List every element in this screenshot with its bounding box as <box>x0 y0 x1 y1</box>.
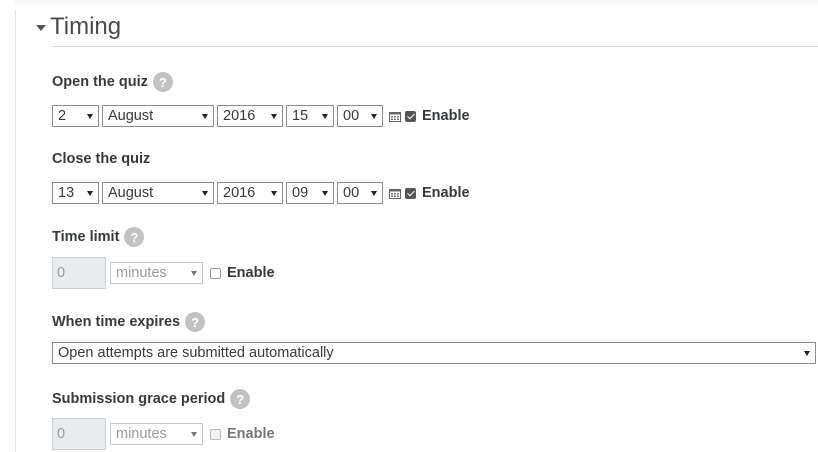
dropdown-arrow-icon <box>322 114 328 119</box>
close-year-value: 2016 <box>223 185 256 201</box>
calendar-icon[interactable] <box>389 188 401 199</box>
close-quiz-label-text: Close the quiz <box>52 151 151 167</box>
dropdown-arrow-icon <box>271 191 277 196</box>
close-year-select[interactable]: 2016 <box>217 182 283 204</box>
help-icon[interactable]: ? <box>124 227 145 247</box>
time-limit-unit-select[interactable]: minutes <box>110 262 203 284</box>
time-limit-row: 0 minutes Enable <box>52 257 275 289</box>
time-expires-select[interactable]: Open attempts are submitted automaticall… <box>52 342 816 364</box>
fieldset-border <box>15 10 16 452</box>
dropdown-arrow-icon <box>371 114 377 119</box>
grace-period-unit-select[interactable]: minutes <box>110 423 203 445</box>
caret-down-icon <box>36 25 46 31</box>
open-year-select[interactable]: 2016 <box>217 105 283 127</box>
section-title: Timing <box>50 13 122 40</box>
close-hour-select[interactable]: 09 <box>286 182 334 204</box>
dropdown-arrow-icon <box>202 114 208 119</box>
dropdown-arrow-icon <box>322 191 328 196</box>
time-expires-label: When time expires ? <box>52 312 206 332</box>
open-day-select[interactable]: 2 <box>52 105 99 127</box>
open-quiz-label: Open the quiz ? <box>52 72 173 92</box>
dropdown-arrow-icon <box>87 114 93 119</box>
time-limit-label: Time limit ? <box>52 227 145 247</box>
help-icon[interactable]: ? <box>152 72 173 92</box>
close-day-value: 13 <box>58 185 75 201</box>
open-year-value: 2016 <box>223 108 256 124</box>
close-minute-select[interactable]: 00 <box>337 182 383 204</box>
help-icon[interactable]: ? <box>185 312 206 332</box>
section-divider <box>52 46 818 47</box>
close-hour-value: 09 <box>292 185 309 201</box>
open-enable-label[interactable]: Enable <box>422 108 470 124</box>
help-icon[interactable]: ? <box>230 389 251 409</box>
calendar-icon[interactable] <box>389 111 401 122</box>
close-enable-checkbox[interactable] <box>405 187 416 199</box>
time-expires-value: Open attempts are submitted automaticall… <box>58 345 334 361</box>
grace-period-row: 0 minutes Enable <box>52 418 275 450</box>
grace-period-unit-value: minutes <box>116 426 167 442</box>
time-limit-unit-value: minutes <box>116 265 167 281</box>
grace-period-enable-label[interactable]: Enable <box>227 426 275 442</box>
dropdown-arrow-icon <box>804 351 810 356</box>
dropdown-arrow-icon <box>371 191 377 196</box>
dropdown-arrow-icon <box>191 432 197 437</box>
grace-period-label-text: Submission grace period <box>52 391 226 407</box>
time-limit-input[interactable]: 0 <box>52 257 106 289</box>
dropdown-arrow-icon <box>202 191 208 196</box>
open-minute-select[interactable]: 00 <box>337 105 383 127</box>
time-limit-enable-label[interactable]: Enable <box>227 265 275 281</box>
open-hour-select[interactable]: 15 <box>286 105 334 127</box>
open-hour-value: 15 <box>292 108 309 124</box>
open-month-value: August <box>108 108 154 124</box>
open-minute-value: 00 <box>343 108 360 124</box>
grace-period-label: Submission grace period ? <box>52 389 251 409</box>
top-shade <box>15 0 818 6</box>
dropdown-arrow-icon <box>87 191 93 196</box>
section-header-timing[interactable]: Timing <box>36 13 121 41</box>
time-limit-enable-checkbox[interactable] <box>210 267 221 279</box>
close-quiz-label: Close the quiz <box>52 151 150 167</box>
close-day-select[interactable]: 13 <box>52 182 99 204</box>
close-month-value: August <box>108 185 154 201</box>
open-quiz-label-text: Open the quiz <box>52 74 148 90</box>
close-enable-label[interactable]: Enable <box>422 185 470 201</box>
time-expires-label-text: When time expires <box>52 314 181 330</box>
open-month-select[interactable]: August <box>102 105 214 127</box>
grace-period-enable-checkbox[interactable] <box>210 428 221 440</box>
open-day-value: 2 <box>58 108 67 124</box>
close-minute-value: 00 <box>343 185 360 201</box>
time-limit-label-text: Time limit <box>52 229 120 245</box>
grace-period-input[interactable]: 0 <box>52 418 106 450</box>
open-enable-checkbox[interactable] <box>405 110 416 122</box>
dropdown-arrow-icon <box>271 114 277 119</box>
open-quiz-row: 2 August 2016 15 00 Enable <box>52 105 470 127</box>
dropdown-arrow-icon <box>191 271 197 276</box>
close-month-select[interactable]: August <box>102 182 214 204</box>
close-quiz-row: 13 August 2016 09 00 Enable <box>52 182 470 204</box>
time-expires-row: Open attempts are submitted automaticall… <box>52 342 816 364</box>
